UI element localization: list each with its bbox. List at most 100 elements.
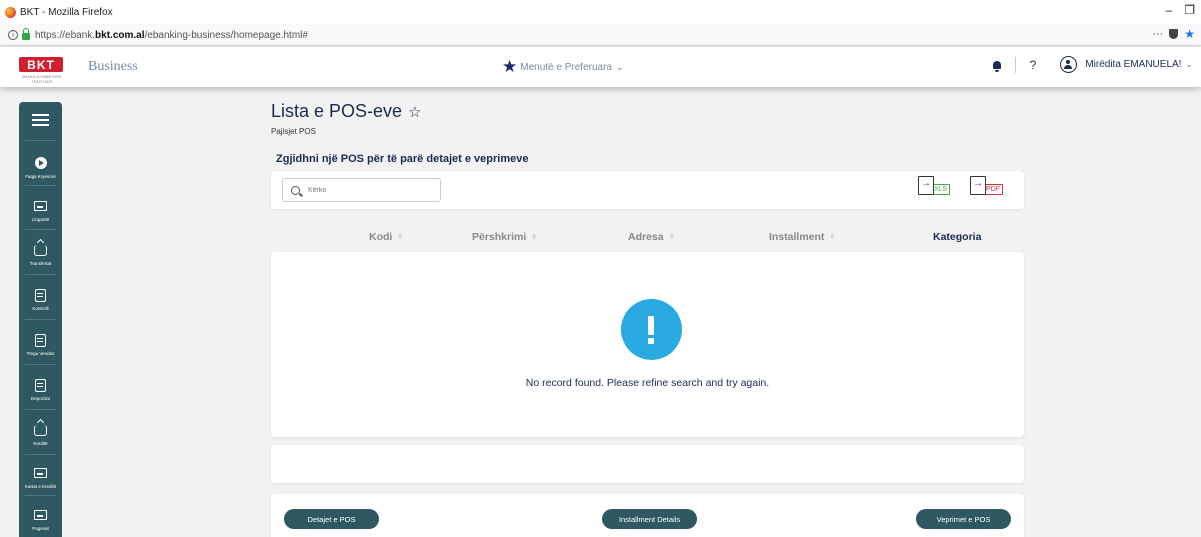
url-actions: ··· ★	[1152, 27, 1195, 41]
sidebar-item-deposits[interactable]: Depozitat	[19, 378, 62, 401]
header-right: ? Mirëdita EMANUELA! ⌄	[992, 56, 1193, 73]
sidebar-divider	[25, 185, 56, 186]
header-divider	[1014, 56, 1016, 73]
sidebar-divider	[25, 319, 56, 320]
table-header: Kodi ⇳ Përshkrimi ⇳ Adresa ⇳ Installment…	[271, 231, 1024, 245]
lock-icon	[22, 28, 30, 40]
pos-details-button[interactable]: Detajet e POS	[284, 509, 379, 529]
search-icon	[291, 185, 300, 195]
results-card: No record found. Please refine search an…	[271, 252, 1024, 437]
sidebar-divider	[25, 229, 56, 230]
account-card-icon	[34, 201, 47, 211]
transfer-icon	[34, 244, 47, 256]
column-header-installment[interactable]: Installment ⇳	[769, 231, 835, 243]
sort-icon: ⇳	[829, 234, 836, 241]
document-icon	[35, 333, 46, 347]
transfer-icon	[34, 424, 47, 436]
column-header-code[interactable]: Kodi ⇳	[369, 231, 403, 243]
column-label: Installment	[769, 231, 825, 243]
sidebar-item-label: Faqja Kryesore	[25, 174, 56, 179]
address-bar[interactable]: i https://ebank.bkt.com.al/ebanking-busi…	[4, 27, 1104, 43]
sidebar-divider	[25, 364, 56, 365]
page-title-text: Lista e POS-eve	[271, 101, 403, 121]
sidebar-item-control[interactable]: Kontrolli	[19, 288, 62, 311]
business-label: Business	[88, 59, 138, 74]
bkt-logo-subtitle: BANKA KOMBETARE TREGTARE	[22, 74, 62, 84]
sidebar-item-label: Kartat e Kreditit	[24, 484, 56, 489]
pos-transactions-button[interactable]: Veprimet e POS	[916, 509, 1011, 529]
sidebar-divider	[25, 409, 56, 410]
sidebar-item-label: Depozitat	[30, 396, 50, 401]
maximize-button[interactable]: ❐	[1184, 3, 1195, 17]
pocket-shield-icon[interactable]	[1169, 29, 1179, 39]
firefox-logo-icon	[5, 6, 16, 18]
document-icon	[35, 378, 46, 392]
export-file-icon	[970, 176, 986, 195]
sort-icon: ⇳	[397, 234, 404, 241]
sidebar-divider	[25, 140, 56, 141]
search-input[interactable]	[308, 186, 428, 194]
favorite-star-icon[interactable]: ☆	[408, 103, 421, 121]
sidebar-item-label: Pagesat	[32, 526, 49, 531]
sidebar: Faqja Kryesore Llogaritë Transfertat Kon…	[19, 102, 62, 537]
user-chevron-down-icon[interactable]: ⌄	[1185, 59, 1193, 70]
user-greeting[interactable]: Mirëdita EMANUELA!	[1085, 59, 1181, 70]
browser-urlbar: i https://ebank.bkt.com.al/ebanking-busi…	[0, 24, 1201, 46]
account-card-icon	[34, 510, 47, 520]
notification-bell-icon[interactable]	[992, 60, 1001, 72]
favorites-label: Menutë e Preferuara	[520, 61, 612, 73]
page-subtitle: Pajisjet POS	[271, 127, 316, 136]
sort-icon: ⇳	[531, 234, 538, 241]
sidebar-item-transfers[interactable]: Transfertat	[19, 243, 62, 266]
column-header-address[interactable]: Adresa ⇳	[628, 231, 674, 243]
help-button[interactable]: ?	[1030, 58, 1037, 72]
sidebar-divider	[25, 454, 56, 455]
sidebar-item-label: Llogaritë	[31, 217, 50, 222]
sidebar-item-domestic-market[interactable]: Tregu Vendas	[19, 333, 62, 356]
window-controls: – ❐	[1166, 3, 1195, 17]
search-card: XLS PDF	[271, 171, 1024, 209]
exclamation-alert-icon	[621, 299, 682, 360]
app-header: BKT BANKA KOMBETARE TREGTARE Business ★ …	[0, 47, 1201, 87]
window-title: BKT - Mozilla Firefox	[20, 6, 113, 18]
bookmark-star-icon[interactable]: ★	[1184, 27, 1195, 41]
column-header-description[interactable]: Përshkrimi ⇳	[472, 231, 537, 243]
account-card-icon	[34, 468, 47, 478]
installment-details-button[interactable]: Installment Details	[602, 509, 697, 529]
section-title: Zgjidhni një POS për të parë detajet e v…	[276, 153, 529, 165]
minimize-button[interactable]: –	[1166, 3, 1173, 17]
sidebar-item-loans[interactable]: Kreditë	[19, 423, 62, 446]
sidebar-item-payments[interactable]: Pagesat	[19, 508, 62, 531]
column-label: Adresa	[628, 231, 664, 243]
pdf-badge: PDF	[983, 184, 1003, 195]
column-label: Përshkrimi	[472, 231, 527, 243]
document-icon	[35, 288, 46, 302]
actions-card: Detajet e POS Installment Details Veprim…	[271, 494, 1024, 537]
search-box[interactable]	[282, 178, 441, 202]
page-actions-menu-icon[interactable]: ···	[1152, 28, 1163, 40]
info-icon[interactable]: i	[8, 30, 18, 40]
column-header-category[interactable]: Kategoria	[933, 231, 981, 243]
browser-titlebar: BKT - Mozilla Firefox – ❐	[0, 0, 1201, 24]
sidebar-item-credit-cards[interactable]: Kartat e Kreditit	[19, 466, 62, 489]
hamburger-menu-icon[interactable]	[32, 114, 49, 126]
sidebar-item-label: Kontrolli	[32, 306, 49, 311]
favorites-star-icon: ★	[502, 57, 518, 76]
column-label: Kategoria	[933, 231, 982, 243]
sidebar-item-label: Tregu Vendas	[26, 351, 55, 356]
sidebar-item-accounts[interactable]: Llogaritë	[19, 199, 62, 222]
bkt-logo[interactable]: BKT	[19, 57, 63, 72]
navigate-icon	[34, 157, 47, 169]
page-title: Lista e POS-eve ☆	[271, 101, 422, 122]
user-avatar-icon[interactable]	[1060, 56, 1078, 73]
sidebar-divider	[25, 495, 56, 496]
sidebar-item-home[interactable]: Faqja Kryesore	[19, 156, 62, 179]
url-text[interactable]: https://ebank.bkt.com.al/ebanking-busine…	[35, 30, 308, 41]
column-label: Kodi	[369, 231, 393, 243]
favorites-menu[interactable]: ★ Menutë e Preferuara ⌄	[502, 57, 624, 77]
pagination-card	[271, 445, 1024, 483]
export-pdf-button[interactable]: PDF	[970, 176, 1003, 195]
chevron-down-icon: ⌄	[615, 61, 624, 72]
export-xls-button[interactable]: XLS	[918, 176, 951, 195]
export-file-icon	[918, 176, 934, 195]
